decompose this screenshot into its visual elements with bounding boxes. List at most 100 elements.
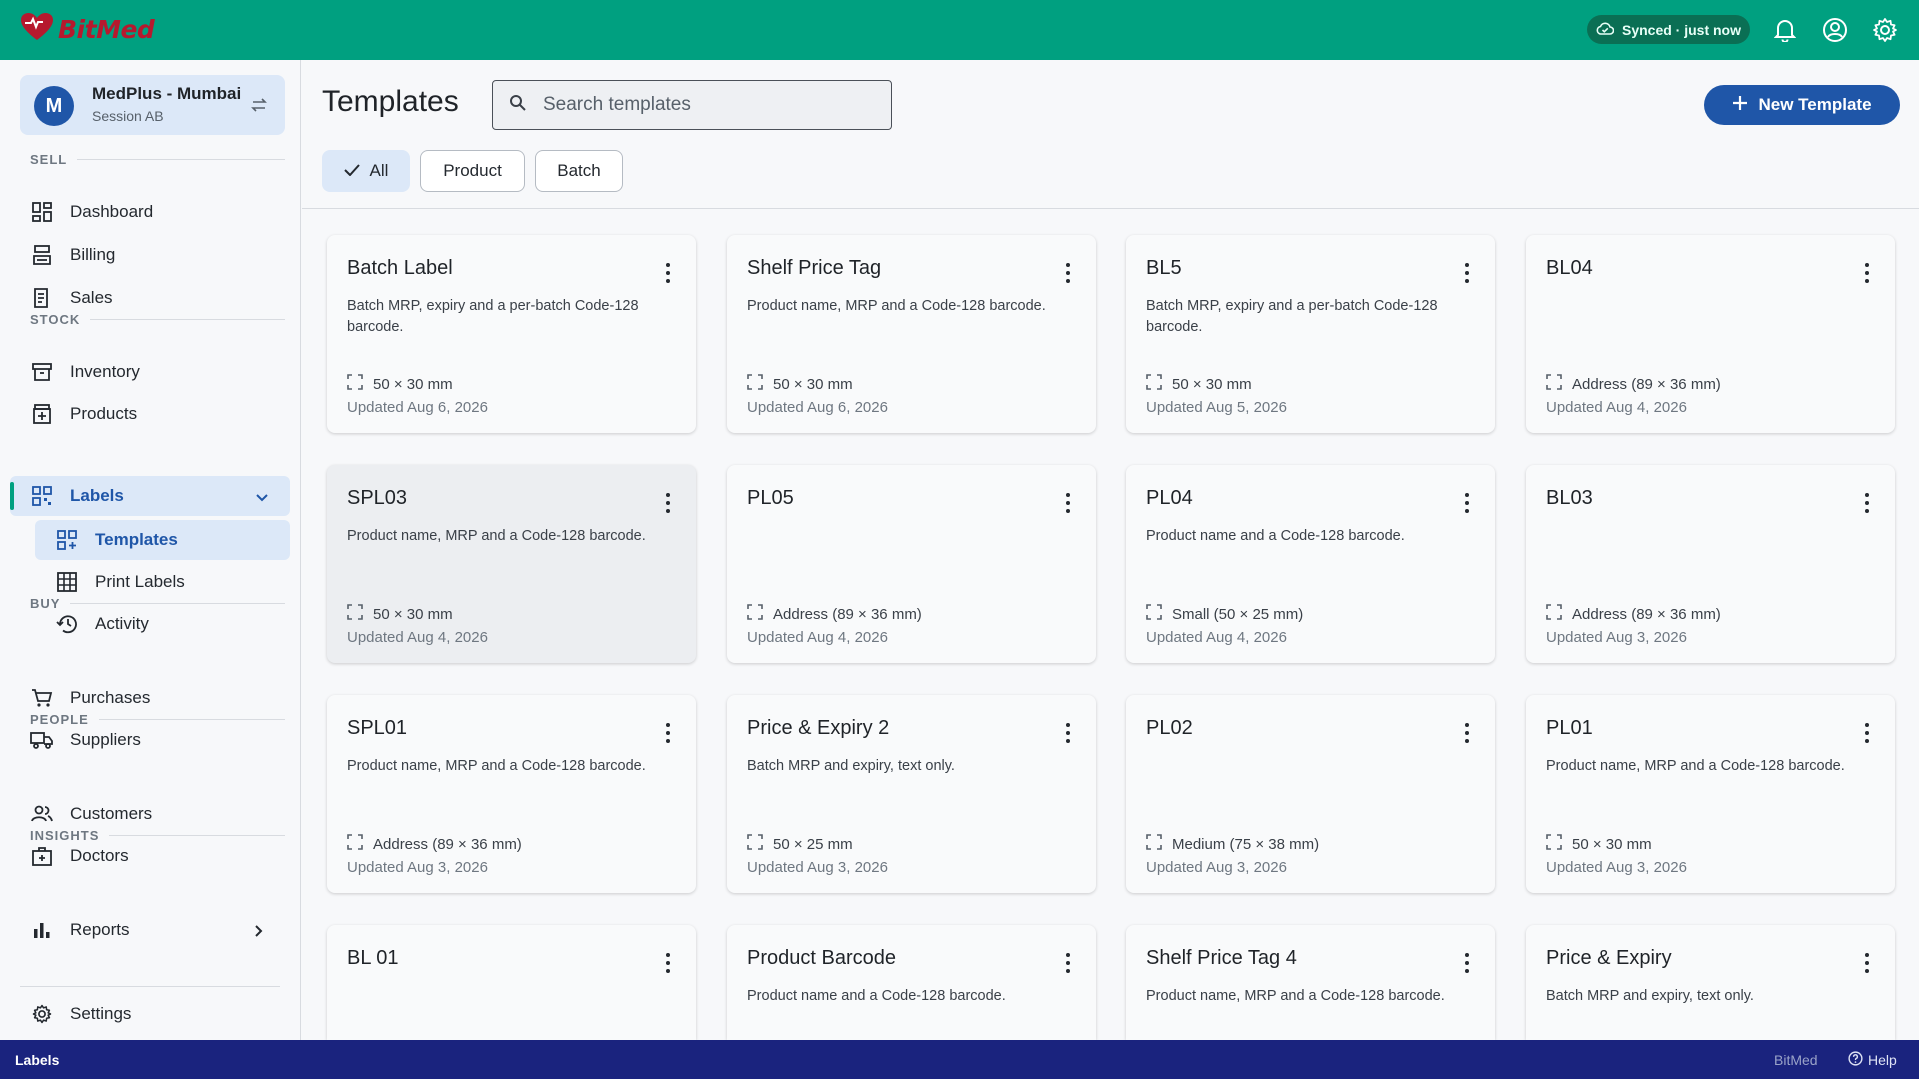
template-description: Batch MRP, expiry and a per-batch Code-1…: [347, 298, 639, 335]
more-vert-icon[interactable]: [1064, 951, 1072, 975]
bell-icon[interactable]: [1770, 15, 1800, 45]
sidebar-item-settings[interactable]: Settings: [30, 994, 131, 1034]
account-icon[interactable]: [1820, 15, 1850, 45]
template-card[interactable]: PL04 Product name and a Code-128 barcode…: [1126, 465, 1495, 663]
sidebar-item-label: Billing: [70, 245, 116, 264]
fullscreen-icon: [747, 374, 763, 394]
template-description: Batch MRP, expiry and a per-batch Code-1…: [1146, 298, 1438, 335]
plus-icon: [1732, 95, 1748, 116]
more-vert-icon[interactable]: [1463, 491, 1471, 515]
medical-bag-icon: [30, 844, 54, 868]
filter-chip-label: Product: [443, 161, 502, 180]
sidebar-item-inventory[interactable]: Inventory: [30, 352, 140, 392]
sidebar-item-label: Settings: [70, 1004, 132, 1023]
more-vert-icon[interactable]: [1064, 261, 1072, 285]
fullscreen-icon: [1546, 374, 1562, 394]
status-bar: Labels BitMed Help: [0, 1040, 1919, 1079]
fullscreen-icon: [1146, 604, 1162, 624]
fullscreen-icon: [347, 834, 363, 854]
template-updated: Updated Aug 5, 2026: [1146, 399, 1287, 416]
more-vert-icon[interactable]: [664, 491, 672, 515]
sidebar-item-billing[interactable]: Billing: [30, 235, 115, 275]
sidebar-item-label: Suppliers: [70, 730, 141, 749]
template-description: Product name and a Code-128 barcode.: [1146, 528, 1405, 544]
sidebar-item-reports[interactable]: Reports: [30, 910, 280, 950]
page-title: Templates: [322, 85, 459, 118]
more-vert-icon[interactable]: [664, 951, 672, 975]
template-card[interactable]: Product Barcode Product name and a Code-…: [727, 925, 1096, 1040]
template-card[interactable]: BL04 Address (89 × 36 mm) Updated Aug 4,…: [1526, 235, 1895, 433]
section-people: PEOPLE: [30, 712, 285, 727]
fullscreen-icon: [1546, 604, 1562, 624]
template-name: SPL03: [347, 487, 408, 509]
template-name: SPL01: [347, 717, 408, 739]
section-sell: SELL: [30, 152, 285, 167]
template-card[interactable]: PL01 Product name, MRP and a Code-128 ba…: [1526, 695, 1895, 893]
app-logo[interactable]: BitMed: [20, 12, 155, 47]
section-stock: STOCK: [30, 312, 285, 327]
more-vert-icon[interactable]: [1463, 721, 1471, 745]
template-description: Product name and a Code-128 barcode.: [747, 988, 1006, 1004]
template-card[interactable]: BL5 Batch MRP, expiry and a per-batch Co…: [1126, 235, 1495, 433]
template-card[interactable]: Shelf Price Tag 4 Product name, MRP and …: [1126, 925, 1495, 1040]
header-divider: [302, 208, 1919, 209]
filter-chip-batch[interactable]: Batch: [535, 150, 623, 192]
template-updated: Updated Aug 4, 2026: [1146, 629, 1287, 646]
sidebar-item-label: Doctors: [70, 846, 129, 865]
template-size: Address (89 × 36 mm): [347, 834, 522, 854]
help-link[interactable]: Help: [1848, 1051, 1897, 1069]
more-vert-icon[interactable]: [1863, 261, 1871, 285]
template-card[interactable]: Shelf Price Tag Product name, MRP and a …: [727, 235, 1096, 433]
org-switcher[interactable]: M MedPlus - Mumbai Session AB: [20, 75, 285, 135]
template-card[interactable]: PL05 Address (89 × 36 mm) Updated Aug 4,…: [727, 465, 1096, 663]
template-card[interactable]: BL 01: [327, 925, 696, 1040]
fullscreen-icon: [1146, 374, 1162, 394]
template-card[interactable]: SPL03 Product name, MRP and a Code-128 b…: [327, 465, 696, 663]
chevron-down-icon[interactable]: [255, 488, 269, 508]
qr-code-icon: [30, 484, 54, 508]
search-input[interactable]: [543, 94, 863, 116]
sidebar-item-products[interactable]: Products: [30, 394, 137, 434]
swap-icon[interactable]: [250, 97, 268, 118]
more-vert-icon[interactable]: [1463, 261, 1471, 285]
template-updated: Updated Aug 3, 2026: [1546, 629, 1687, 646]
more-vert-icon[interactable]: [1863, 491, 1871, 515]
template-name: Batch Label: [347, 257, 453, 279]
fullscreen-icon: [1546, 834, 1562, 854]
sync-status-badge[interactable]: Synced · just now: [1587, 15, 1750, 44]
template-description: Product name, MRP and a Code-128 barcode…: [747, 298, 1046, 314]
more-vert-icon[interactable]: [664, 261, 672, 285]
template-card[interactable]: SPL01 Product name, MRP and a Code-128 b…: [327, 695, 696, 893]
filter-chip-product[interactable]: Product: [420, 150, 525, 192]
template-size: 50 × 30 mm: [1546, 834, 1652, 854]
more-vert-icon[interactable]: [1064, 491, 1072, 515]
template-description: Batch MRP and expiry, text only.: [747, 758, 955, 774]
chevron-right-icon[interactable]: [254, 923, 264, 943]
more-vert-icon[interactable]: [1064, 721, 1072, 745]
people-icon: [30, 802, 54, 826]
search-icon: [509, 94, 527, 117]
search-box[interactable]: [492, 80, 892, 130]
sidebar-item-labels[interactable]: Labels: [10, 476, 290, 516]
more-vert-icon[interactable]: [664, 721, 672, 745]
template-card[interactable]: Price & Expiry 2 Batch MRP and expiry, t…: [727, 695, 1096, 893]
template-card[interactable]: Price & Expiry Batch MRP and expiry, tex…: [1526, 925, 1895, 1040]
template-description: Product name, MRP and a Code-128 barcode…: [347, 758, 646, 774]
template-card[interactable]: Batch Label Batch MRP, expiry and a per-…: [327, 235, 696, 433]
filter-chip-all[interactable]: All: [322, 150, 410, 192]
help-label: Help: [1868, 1052, 1897, 1068]
more-vert-icon[interactable]: [1463, 951, 1471, 975]
template-card[interactable]: PL02 Medium (75 × 38 mm) Updated Aug 3, …: [1126, 695, 1495, 893]
template-size: 50 × 25 mm: [747, 834, 853, 854]
gear-icon[interactable]: [1870, 15, 1900, 45]
template-card[interactable]: BL03 Address (89 × 36 mm) Updated Aug 3,…: [1526, 465, 1895, 663]
sidebar-item-templates[interactable]: Templates: [35, 520, 290, 560]
sidebar-item-dashboard[interactable]: Dashboard: [30, 192, 153, 232]
more-vert-icon[interactable]: [1863, 721, 1871, 745]
dashboard-icon: [30, 200, 54, 224]
new-template-button[interactable]: New Template: [1704, 85, 1900, 125]
template-updated: Updated Aug 6, 2026: [347, 399, 488, 416]
template-name: BL 01: [347, 947, 399, 969]
more-vert-icon[interactable]: [1863, 951, 1871, 975]
truck-icon: [30, 728, 54, 752]
